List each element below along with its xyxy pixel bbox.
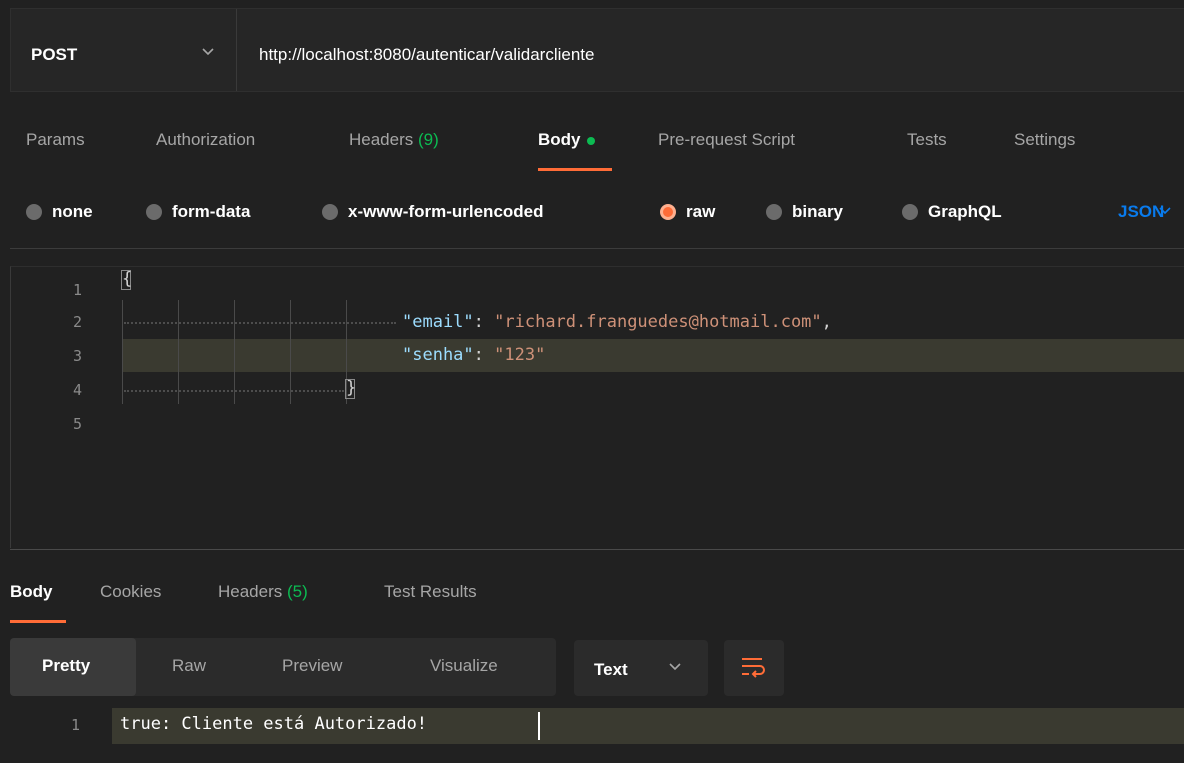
chevron-down-icon: [669, 663, 681, 671]
tab-headers-label: Headers: [349, 130, 414, 149]
url-input[interactable]: http://localhost:8080/autenticar/validar…: [259, 45, 594, 65]
radio-label: raw: [686, 202, 716, 221]
response-format-label: Text: [594, 660, 628, 679]
json-comma: ,: [821, 312, 832, 332]
indent-guide: [178, 300, 179, 404]
json-colon: :: [473, 312, 495, 332]
method-label: POST: [31, 45, 78, 64]
response-tab-body[interactable]: Body: [10, 582, 53, 602]
wrap-lines-icon: [742, 658, 765, 678]
divider: [10, 248, 1184, 249]
json-colon: :: [473, 345, 495, 365]
active-tab-underline: [538, 168, 612, 171]
tab-authorization[interactable]: Authorization: [156, 130, 255, 150]
response-tab-headers-count: (5): [287, 582, 308, 601]
tab-body-label: Body: [538, 130, 581, 149]
line-number: 5: [72, 415, 82, 433]
tab-headers-count: (9): [418, 130, 439, 149]
modified-dot-icon: [586, 136, 595, 145]
line-number: 4: [72, 381, 82, 399]
view-mode-pretty[interactable]: Pretty: [42, 656, 90, 676]
radio-circle-icon: [902, 204, 918, 220]
open-brace: {: [122, 269, 133, 289]
json-key: "email": [402, 312, 474, 332]
radio-selected-icon: [660, 204, 676, 220]
radio-label: none: [52, 202, 93, 221]
response-tab-cookies[interactable]: Cookies: [100, 582, 161, 602]
close-brace: }: [346, 378, 357, 398]
method-selector[interactable]: POST: [11, 9, 237, 91]
radio-label: x-www-form-urlencoded: [348, 202, 544, 221]
radio-x-www-form-urlencoded[interactable]: x-www-form-urlencoded: [322, 202, 544, 222]
indent-guide: [290, 300, 291, 404]
radio-circle-icon: [322, 204, 338, 220]
json-key: "senha": [402, 345, 474, 365]
radio-graphql[interactable]: GraphQL: [902, 202, 1002, 222]
line-number: 1: [72, 281, 82, 299]
chevron-down-icon[interactable]: [1158, 206, 1172, 216]
indent-guide: [234, 300, 235, 404]
chevron-down-icon: [202, 48, 214, 56]
radio-circle-icon: [146, 204, 162, 220]
radio-label: GraphQL: [928, 202, 1002, 221]
request-body-editor[interactable]: [10, 266, 1184, 548]
tab-tests[interactable]: Tests: [907, 130, 947, 150]
code-line-email: "email": "richard.franguedes@hotmail.com…: [402, 312, 832, 332]
tab-body[interactable]: Body: [538, 130, 595, 150]
view-mode-visualize[interactable]: Visualize: [430, 656, 498, 676]
radio-label: binary: [792, 202, 844, 221]
text-cursor: [538, 712, 540, 740]
response-tab-headers[interactable]: Headers (5): [218, 582, 308, 602]
indent-guide: [122, 300, 123, 404]
tab-settings[interactable]: Settings: [1014, 130, 1075, 150]
radio-form-data[interactable]: form-data: [146, 202, 250, 222]
code-line-senha: "senha": "123": [402, 345, 545, 365]
whitespace-dots: [124, 390, 344, 393]
response-body-text[interactable]: true: Cliente está Autorizado!: [120, 714, 427, 734]
radio-none[interactable]: none: [26, 202, 93, 222]
line-number: 2: [72, 313, 82, 331]
response-tab-headers-label: Headers: [218, 582, 283, 601]
radio-circle-icon: [766, 204, 782, 220]
view-mode-preview[interactable]: Preview: [282, 656, 342, 676]
tab-params[interactable]: Params: [26, 130, 85, 150]
radio-binary[interactable]: binary: [766, 202, 843, 222]
radio-raw[interactable]: raw: [660, 202, 715, 222]
response-line-number: 1: [70, 716, 80, 734]
pane-divider[interactable]: [10, 549, 1184, 550]
response-tab-test-results[interactable]: Test Results: [384, 582, 477, 602]
radio-circle-icon: [26, 204, 42, 220]
current-line-highlight: [122, 339, 1184, 372]
response-active-underline: [10, 620, 66, 623]
json-value: "richard.franguedes@hotmail.com": [494, 312, 822, 332]
tab-pre-request-script[interactable]: Pre-request Script: [658, 130, 795, 150]
line-number: 3: [72, 347, 82, 365]
radio-label: form-data: [172, 202, 251, 221]
tab-headers[interactable]: Headers (9): [349, 130, 439, 150]
whitespace-dots: [124, 322, 396, 325]
json-value: "123": [494, 345, 546, 365]
view-mode-raw[interactable]: Raw: [172, 656, 206, 676]
request-bar: POST http://localhost:8080/autenticar/va…: [10, 8, 1184, 92]
